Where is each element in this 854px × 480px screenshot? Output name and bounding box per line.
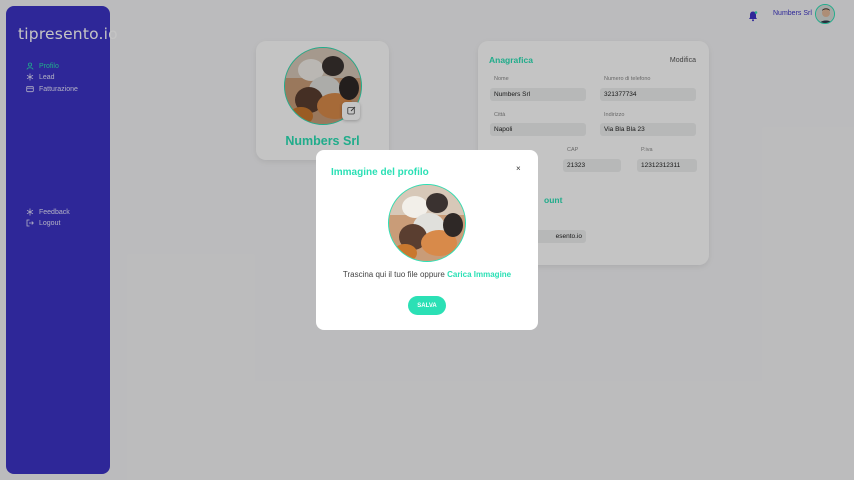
- upload-instructions: Trascina qui il tuo file oppure Carica I…: [316, 270, 538, 279]
- upload-image-link[interactable]: Carica Immagine: [447, 270, 511, 279]
- close-icon[interactable]: ×: [516, 164, 521, 173]
- upload-text: Trascina qui il tuo file oppure: [342, 270, 445, 279]
- modal-title: Immagine del profilo: [331, 167, 429, 178]
- modal-photo-preview[interactable]: [388, 184, 466, 262]
- profile-image-modal: Immagine del profilo × Trascina qui il t…: [316, 150, 538, 330]
- save-button[interactable]: SALVA: [408, 296, 446, 315]
